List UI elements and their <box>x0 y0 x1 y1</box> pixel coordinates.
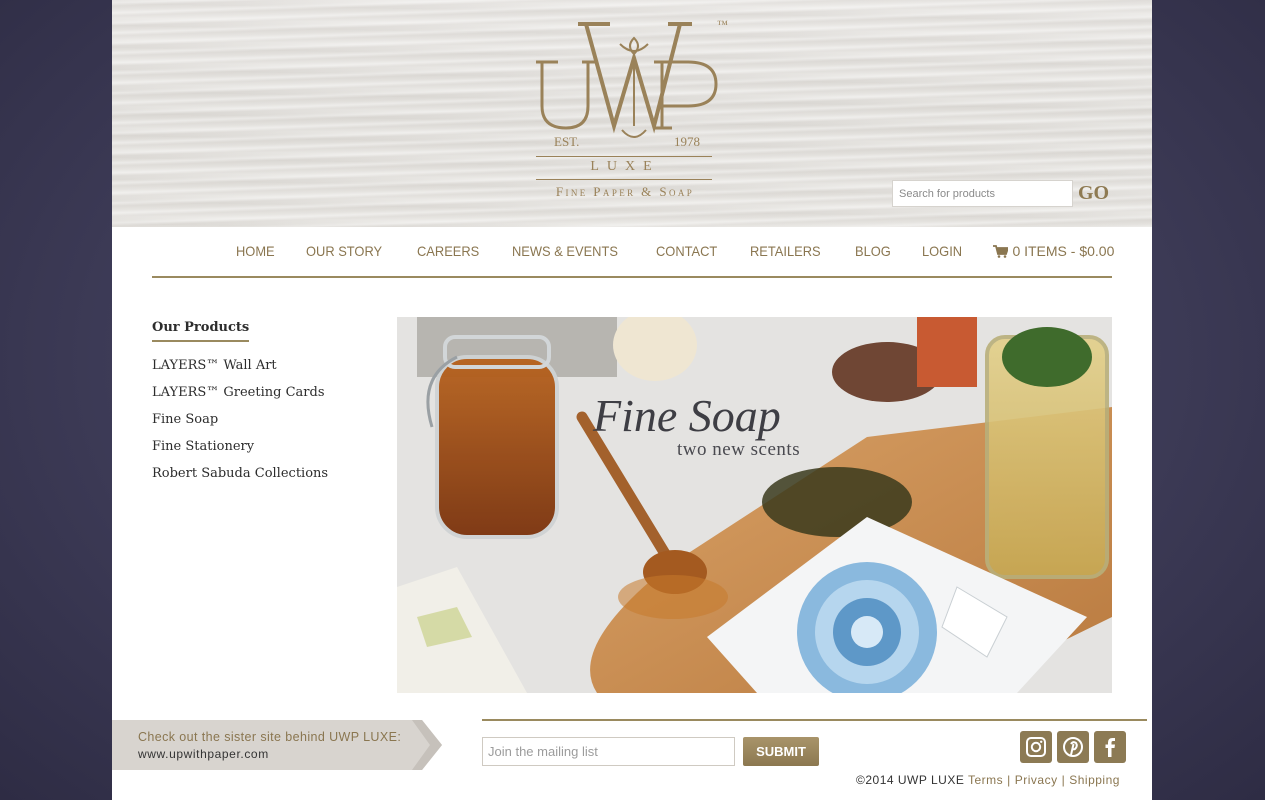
terms-link[interactable]: Terms <box>968 773 1003 787</box>
logo-divider <box>536 179 712 180</box>
logo-divider <box>536 156 712 157</box>
hero-banner[interactable]: Fine Soap two new scents <box>397 317 1112 693</box>
logo-luxe: LUXE <box>590 159 660 174</box>
pinterest-icon[interactable] <box>1057 731 1089 763</box>
site-logo[interactable]: ™ EST. 1978 LUXE Fine Paper & Soap <box>530 14 740 204</box>
sidebar-list: LAYERS™ Wall Art LAYERS™ Greeting Cards … <box>152 358 372 481</box>
facebook-glyph <box>1105 738 1115 757</box>
ribbon-background <box>112 720 442 770</box>
page-container: ™ EST. 1978 LUXE Fine Paper & Soap GO HO… <box>112 0 1152 800</box>
shipping-link[interactable]: Shipping <box>1069 773 1120 787</box>
cart-summary: 0 ITEMS - $0.00 <box>1012 243 1115 259</box>
search-go-button[interactable]: GO <box>1078 180 1109 207</box>
hero-image <box>397 317 1112 693</box>
sister-site-link[interactable]: www.upwithpaper.com <box>138 747 269 761</box>
sidebar-title: Our Products <box>152 320 250 342</box>
copyright-text: ©2014 UWP LUXE <box>856 773 965 787</box>
footer-divider <box>482 719 1147 721</box>
link-separator: | <box>1007 773 1011 787</box>
cart-icon <box>993 244 1009 258</box>
pinterest-glyph <box>1063 737 1083 757</box>
search-input[interactable] <box>892 180 1073 207</box>
instagram-icon[interactable] <box>1020 731 1052 763</box>
facebook-icon[interactable] <box>1094 731 1126 763</box>
sister-site-ribbon[interactable]: Check out the sister site behind UWP LUX… <box>112 720 442 770</box>
link-separator: | <box>1061 773 1066 787</box>
instagram-glyph <box>1026 737 1046 757</box>
nav-item-careers[interactable]: CAREERS <box>417 243 479 259</box>
trademark-symbol: ™ <box>717 19 728 31</box>
hero-subtitle: two new scents <box>677 439 801 460</box>
nav-item-news-events[interactable]: NEWS & EVENTS <box>512 243 618 259</box>
nav-item-contact[interactable]: CONTACT <box>656 243 717 259</box>
social-links <box>1020 731 1131 763</box>
main-nav: HOME OUR STORY CAREERS NEWS & EVENTS CON… <box>152 227 1114 278</box>
nav-cart[interactable]: 0 ITEMS - $0.00 <box>993 243 1114 259</box>
submit-button[interactable]: SUBMIT <box>743 737 819 766</box>
sidebar-item-robert-sabuda[interactable]: Robert Sabuda Collections <box>152 466 372 481</box>
products-sidebar: Our Products LAYERS™ Wall Art LAYERS™ Gr… <box>152 318 372 493</box>
logo-est-label: EST. <box>554 134 580 149</box>
sidebar-item-layers-greeting-cards[interactable]: LAYERS™ Greeting Cards <box>152 385 372 400</box>
nav-item-home[interactable]: HOME <box>236 243 275 259</box>
sidebar-item-layers-wall-art[interactable]: LAYERS™ Wall Art <box>152 358 372 373</box>
nav-item-our-story[interactable]: OUR STORY <box>306 243 382 259</box>
hero-title: Fine Soap <box>593 390 781 441</box>
sidebar-item-fine-soap[interactable]: Fine Soap <box>152 412 372 427</box>
logo-tagline: Fine Paper & Soap <box>555 184 695 199</box>
sister-site-text: Check out the sister site behind UWP LUX… <box>138 730 402 744</box>
copyright-line: ©2014 UWP LUXE Terms | Privacy | Shipping <box>856 773 1120 787</box>
header: ™ EST. 1978 LUXE Fine Paper & Soap GO <box>112 0 1152 227</box>
mailing-list-input[interactable] <box>482 737 735 766</box>
logo-est-year: 1978 <box>674 134 700 149</box>
nav-list: HOME OUR STORY CAREERS NEWS & EVENTS CON… <box>236 243 1114 259</box>
logo-monogram <box>536 22 718 138</box>
privacy-link[interactable]: Privacy <box>1015 773 1058 787</box>
nav-item-blog[interactable]: BLOG <box>855 243 891 259</box>
nav-item-retailers[interactable]: RETAILERS <box>750 243 821 259</box>
sidebar-item-fine-stationery[interactable]: Fine Stationery <box>152 439 372 454</box>
nav-item-login[interactable]: LOGIN <box>922 243 962 259</box>
